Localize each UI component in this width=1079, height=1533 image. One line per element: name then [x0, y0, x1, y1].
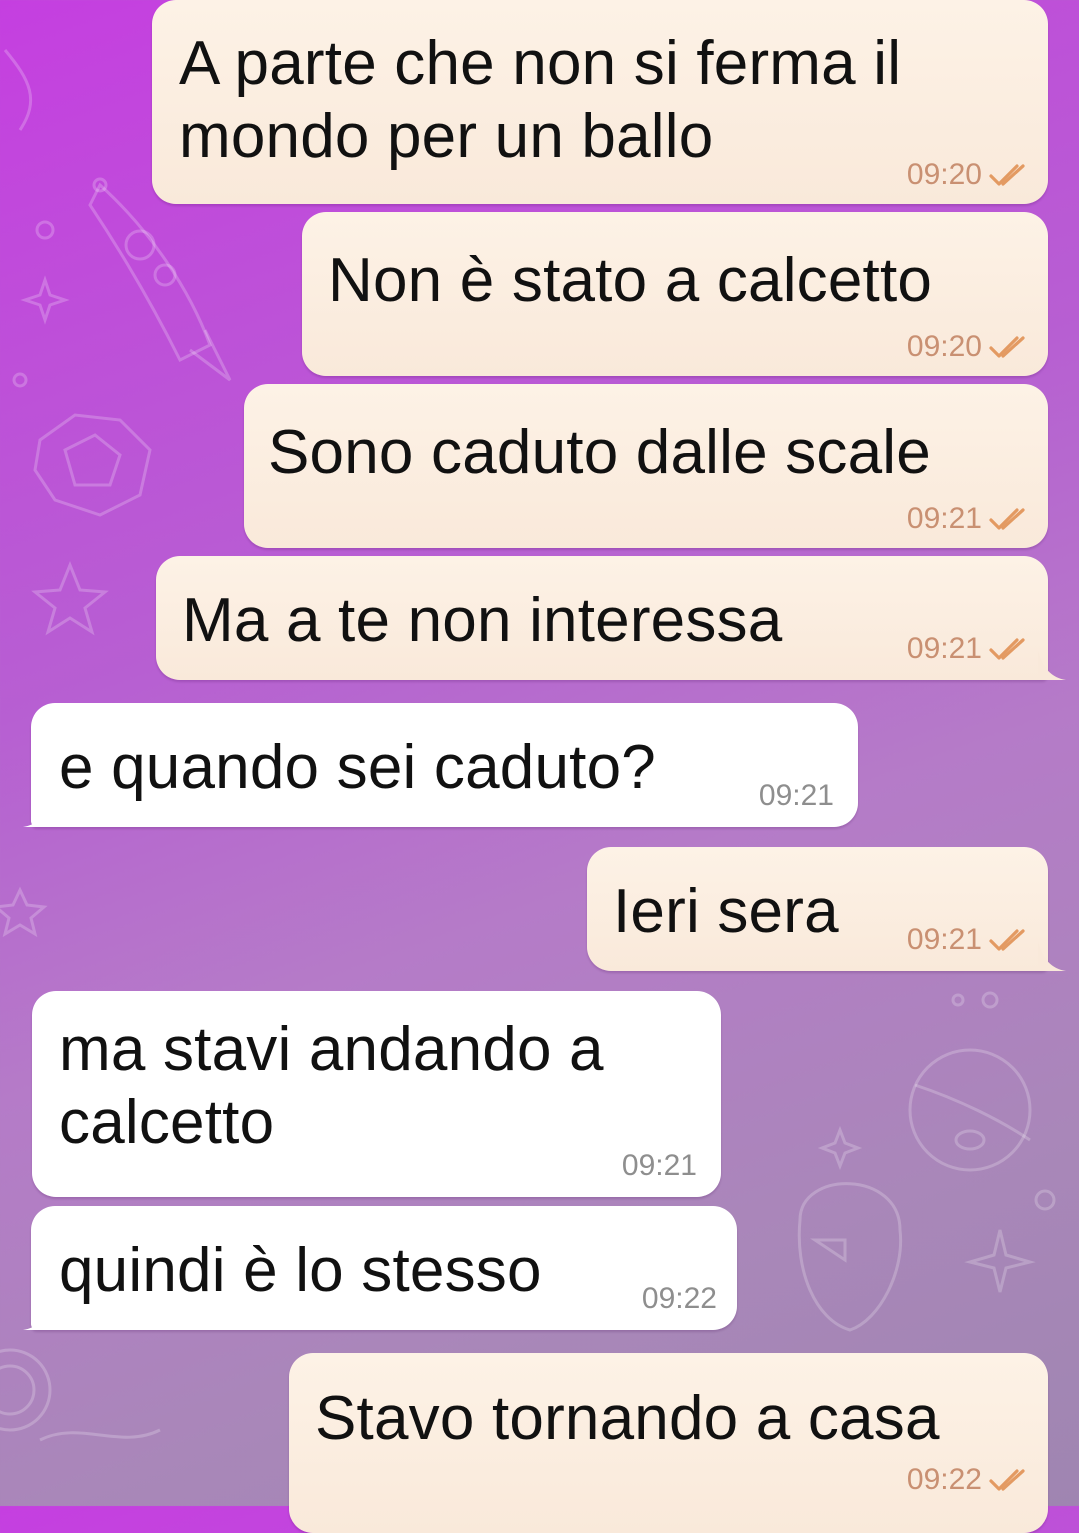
double-check-read-icon	[989, 638, 1025, 660]
message-bubble-outgoing[interactable]: Sono caduto dalle scale 09:21	[244, 384, 1048, 548]
double-check-read-icon	[989, 1469, 1025, 1491]
message-time: 09:21	[906, 923, 982, 956]
sparkle-doodle-icon	[964, 1229, 1036, 1293]
message-time: 09:21	[621, 1149, 697, 1182]
message-text: A parte che non si ferma il mondo per un…	[179, 29, 902, 171]
double-check-read-icon	[989, 336, 1025, 358]
message-time: 09:22	[641, 1282, 717, 1315]
message-bubble-outgoing[interactable]: Ieri sera 09:21	[587, 847, 1048, 971]
message-text: Sono caduto dalle scale	[268, 418, 931, 487]
sparkle-doodle-icon	[20, 275, 70, 325]
message-text: quindi è lo stesso	[59, 1236, 542, 1305]
rocket-doodle-icon	[88, 182, 232, 382]
message-bubble-outgoing[interactable]: Non è stato a calcetto 09:20	[302, 212, 1048, 376]
message-meta: 09:20	[907, 330, 1030, 364]
gem-doodle-icon	[33, 413, 152, 517]
message-text: Stavo tornando a casa	[315, 1384, 940, 1453]
message-bubble-outgoing[interactable]: Stavo tornando a casa 09:22	[289, 1353, 1048, 1533]
message-time: 09:20	[906, 158, 982, 191]
message-bubble-outgoing[interactable]: Ma a te non interessa 09:21	[156, 556, 1048, 680]
double-check-read-icon	[989, 164, 1025, 186]
message-meta: 09:21	[907, 502, 1030, 536]
double-check-read-icon	[989, 508, 1025, 530]
bubble-tail	[1038, 650, 1066, 680]
message-bubble-incoming[interactable]: quindi è lo stesso 09:22	[31, 1206, 737, 1330]
planet-doodle-icon	[0, 1348, 52, 1432]
message-meta: 09:22	[907, 1463, 1030, 1497]
message-time: 09:21	[906, 502, 982, 535]
message-text: ma stavi andando a calcetto	[59, 1015, 604, 1157]
bubble-tail	[1038, 941, 1066, 971]
star-doodle-icon	[0, 886, 48, 938]
message-time: 09:22	[906, 1463, 982, 1496]
message-text: Ieri sera	[613, 877, 839, 946]
message-text: Non è stato a calcetto	[328, 246, 933, 315]
message-meta: 09:21	[622, 1149, 697, 1183]
helmet-doodle-icon	[797, 1182, 903, 1332]
message-bubble-incoming[interactable]: e quando sei caduto? 09:21	[31, 703, 858, 827]
star-doodle-icon	[31, 560, 109, 636]
sparkle-doodle-icon	[817, 1125, 863, 1171]
message-bubble-incoming[interactable]: ma stavi andando a calcetto 09:21	[32, 991, 721, 1197]
double-check-read-icon	[989, 929, 1025, 951]
message-text: Ma a te non interessa	[182, 586, 783, 655]
message-meta: 09:21	[759, 779, 834, 813]
message-meta: 09:21	[907, 923, 1030, 957]
message-meta: 09:20	[907, 158, 1030, 192]
message-time: 09:21	[758, 779, 834, 812]
message-text: e quando sei caduto?	[59, 733, 656, 802]
message-meta: 09:21	[907, 632, 1030, 666]
message-time: 09:20	[906, 330, 982, 363]
planet-doodle-icon	[908, 1048, 1032, 1172]
message-meta: 09:22	[642, 1282, 717, 1316]
message-time: 09:21	[906, 632, 982, 665]
bubble-tail	[23, 797, 51, 827]
bubble-tail	[23, 1300, 51, 1330]
message-bubble-outgoing[interactable]: A parte che non si ferma il mondo per un…	[152, 0, 1048, 204]
